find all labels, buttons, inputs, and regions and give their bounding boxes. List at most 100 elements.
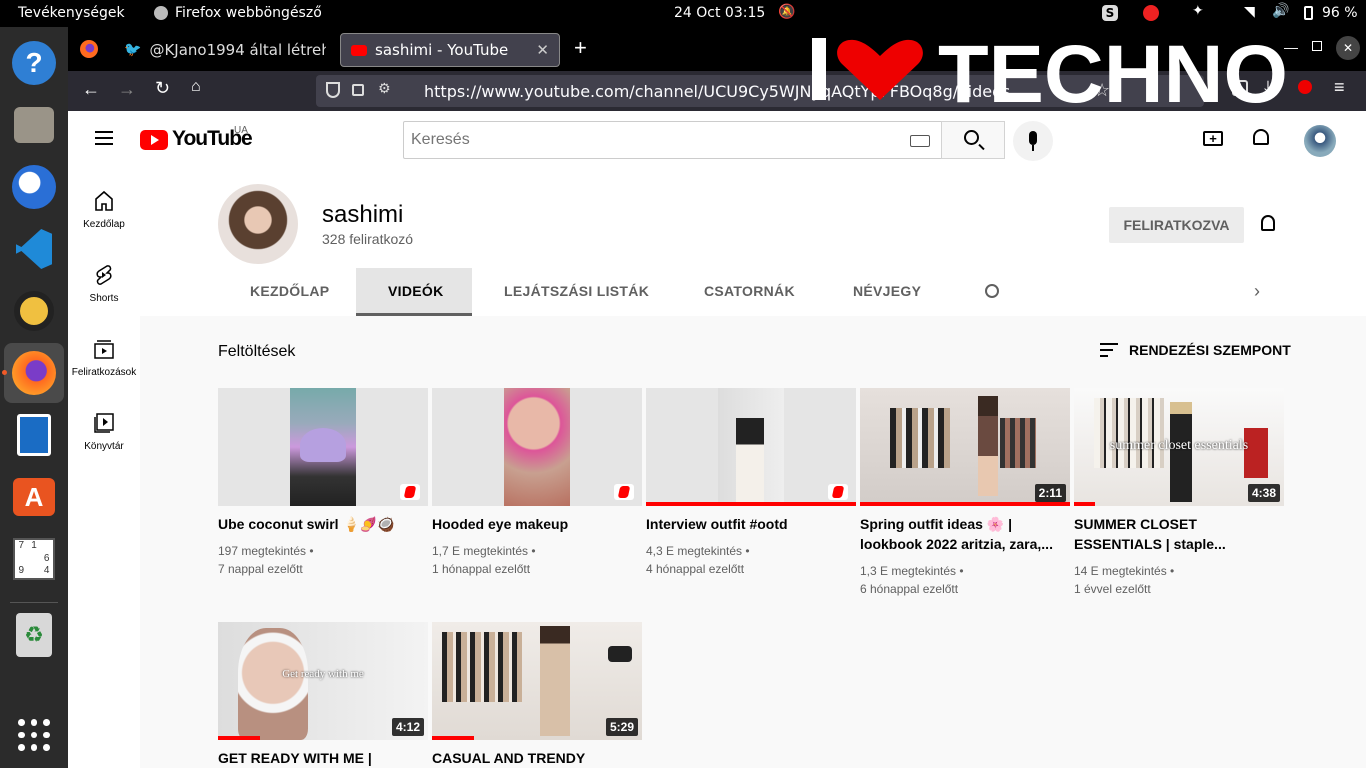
forward-icon[interactable]: → <box>118 79 136 100</box>
vscode-icon[interactable] <box>10 225 58 273</box>
minimize-icon[interactable]: — <box>1284 39 1298 55</box>
view-count: 197 megtekintés <box>218 544 307 558</box>
extension-icon[interactable] <box>1298 80 1312 94</box>
sidebar-item-home[interactable]: Kezdőlap <box>68 189 140 230</box>
downloads-icon[interactable]: ⤓ <box>1264 77 1272 98</box>
tab-twitter[interactable]: 🐦 @KJano1994 által létreh <box>114 33 336 67</box>
activities-button[interactable]: Tevékenységek <box>18 5 125 21</box>
video-title[interactable]: Interview outfit #ootd <box>646 514 856 534</box>
video-thumbnail[interactable] <box>218 388 428 506</box>
tab-about[interactable]: NÉVJEGY <box>853 283 921 299</box>
clock[interactable]: 24 Oct 03:15 <box>674 5 765 21</box>
software-center-icon[interactable]: A <box>10 473 58 521</box>
video-card[interactable]: 5:29 CASUAL AND TRENDY <box>432 622 642 768</box>
tab-youtube[interactable]: sashimi - YouTube ✕ <box>340 33 560 67</box>
permissions-icon[interactable]: ⚙ <box>378 81 391 97</box>
files-icon[interactable] <box>10 101 58 149</box>
guide-menu-icon[interactable] <box>95 131 113 145</box>
video-thumbnail[interactable] <box>646 388 856 506</box>
video-card[interactable]: Interview outfit #ootd 4,3 E megtekintés … <box>646 388 856 578</box>
list-tabs-icon[interactable]: ⌄ <box>1248 41 1260 58</box>
thunderbird-icon[interactable] <box>10 163 58 211</box>
video-title[interactable]: CASUAL AND TRENDY <box>432 748 642 768</box>
tab-channels[interactable]: CSATORNÁK <box>704 283 795 299</box>
firefox-view-icon[interactable] <box>80 40 98 58</box>
lock-icon[interactable] <box>352 84 364 96</box>
tab-videos[interactable]: VIDEÓK <box>388 283 443 299</box>
url-text[interactable]: https://www.youtube.com/channel/UCU9Cy5W… <box>424 82 1010 101</box>
home-icon[interactable]: ⌂ <box>191 78 201 96</box>
rhythmbox-icon[interactable] <box>10 287 58 335</box>
sidebar-item-shorts[interactable]: Shorts <box>68 263 140 304</box>
upload-age: 1 hónappal ezelőtt <box>432 562 531 576</box>
video-thumbnail[interactable]: Get ready with me 4:12 <box>218 622 428 740</box>
video-title[interactable]: Spring outfit ideas 🌸 | lookbook 2022 ar… <box>860 514 1070 554</box>
channel-notifications-icon[interactable] <box>1261 215 1275 231</box>
sidebar-label: Kezdőlap <box>83 219 125 230</box>
watch-progress-bar <box>432 736 474 740</box>
video-card[interactable]: Get ready with me 4:12 GET READY WITH ME | <box>218 622 428 768</box>
menu-icon[interactable]: ≡ <box>1334 77 1345 98</box>
video-thumbnail[interactable]: 5:29 <box>432 622 642 740</box>
sidebar-item-subscriptions[interactable]: Feliratkozások <box>68 337 140 378</box>
chevron-right-icon[interactable]: › <box>1254 281 1260 302</box>
watch-progress-bar <box>218 736 260 740</box>
maximize-icon[interactable] <box>1312 41 1322 51</box>
close-tab-icon[interactable]: ✕ <box>536 41 549 59</box>
keyboard-icon[interactable] <box>910 135 930 147</box>
sidebar-item-library[interactable]: Könyvtár <box>68 411 140 452</box>
video-thumbnail[interactable]: 2:11 <box>860 388 1070 506</box>
tab-playlists[interactable]: LEJÁTSZÁSI LISTÁK <box>504 283 649 299</box>
accessibility-icon[interactable]: ✦ <box>1192 3 1204 19</box>
channel-search-icon[interactable] <box>985 284 999 298</box>
browser-tab-strip: 🐦 @KJano1994 által létreh sashimi - YouT… <box>68 27 1366 71</box>
url-bar[interactable]: ⚙ https://www.youtube.com/channel/UCU9Cy… <box>316 75 1204 107</box>
video-card[interactable]: 2:11 Spring outfit ideas 🌸 | lookbook 202… <box>860 388 1070 598</box>
video-card[interactable]: Ube coconut swirl 🍦🍠🥥 197 megtekintés • 7… <box>218 388 428 578</box>
new-tab-button[interactable]: + <box>574 35 587 61</box>
do-not-disturb-icon[interactable] <box>1143 5 1159 21</box>
tracking-shield-icon[interactable] <box>326 82 340 98</box>
tab-home[interactable]: KEZDŐLAP <box>250 283 329 299</box>
microphone-icon <box>1029 131 1037 145</box>
sudoku-icon[interactable]: 71694 <box>10 535 58 583</box>
trash-icon[interactable]: ♻ <box>10 611 58 659</box>
pocket-icon[interactable] <box>1232 80 1248 96</box>
reload-icon[interactable]: ↻ <box>155 78 170 99</box>
show-apps-icon[interactable] <box>10 711 58 759</box>
sort-button[interactable]: RENDEZÉSI SZEMPONT <box>1129 342 1291 358</box>
help-icon[interactable]: ? <box>10 39 58 87</box>
video-meta: 1,7 E megtekintés • 1 hónappal ezelőtt <box>432 544 536 576</box>
writer-icon[interactable] <box>10 411 58 459</box>
search-button[interactable] <box>941 121 1005 159</box>
skype-icon[interactable]: S <box>1102 5 1118 21</box>
video-title[interactable]: GET READY WITH ME | <box>218 748 428 768</box>
account-avatar[interactable] <box>1304 125 1336 157</box>
volume-icon[interactable]: 🔊 <box>1272 3 1289 19</box>
search-input[interactable] <box>404 122 884 158</box>
back-icon[interactable]: ← <box>82 79 100 100</box>
video-card[interactable]: Hooded eye makeup 1,7 E megtekintés • 1 h… <box>432 388 642 578</box>
video-thumbnail[interactable] <box>432 388 642 506</box>
bookmark-star-icon[interactable]: ☆ <box>1094 80 1110 101</box>
section-title: Feltöltések <box>218 343 296 360</box>
video-card[interactable]: summer closet essentials 4:38 SUMMER CLOSE… <box>1074 388 1284 598</box>
video-thumbnail[interactable]: summer closet essentials 4:38 <box>1074 388 1284 506</box>
subscribed-button[interactable]: FELIRATKOZVA <box>1109 207 1244 243</box>
notifications-icon[interactable] <box>1253 129 1269 145</box>
youtube-logo-icon[interactable] <box>140 130 168 150</box>
channel-avatar[interactable] <box>218 184 298 264</box>
tab-label: @KJano1994 által létreh <box>149 41 326 59</box>
wifi-icon[interactable]: ◥ <box>1244 4 1255 20</box>
create-video-icon[interactable]: + <box>1203 131 1223 146</box>
voice-search-button[interactable] <box>1013 121 1053 161</box>
close-window-icon[interactable]: ✕ <box>1336 36 1360 60</box>
app-menu[interactable]: Firefox webböngésző <box>175 5 322 21</box>
battery-icon[interactable] <box>1304 6 1313 20</box>
video-title[interactable]: SUMMER CLOSET ESSENTIALS | staple... <box>1074 514 1284 554</box>
video-title[interactable]: Hooded eye makeup <box>432 514 642 534</box>
search-box[interactable] <box>403 121 942 159</box>
sort-icon[interactable] <box>1100 343 1118 357</box>
video-title[interactable]: Ube coconut swirl 🍦🍠🥥 <box>218 514 428 534</box>
firefox-dock-icon[interactable] <box>4 343 64 403</box>
